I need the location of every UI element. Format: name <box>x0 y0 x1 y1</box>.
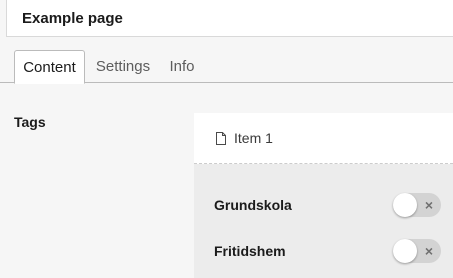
toggle-fritidshem[interactable]: × <box>393 239 441 263</box>
toggle-grundskola[interactable]: × <box>393 193 441 217</box>
tab-settings-label: Settings <box>95 58 151 75</box>
x-icon: × <box>424 197 434 213</box>
tag-item-label: Item 1 <box>234 130 273 146</box>
tab-content-label: Content <box>23 58 76 76</box>
document-icon <box>216 131 226 145</box>
tab-content[interactable]: Content <box>14 50 85 84</box>
tag-options: Grundskola × Fritidshem × <box>194 164 453 278</box>
x-icon: × <box>424 243 434 259</box>
page-title-input[interactable]: Example page <box>6 0 453 37</box>
option-row-fritidshem: Fritidshem × <box>194 236 453 266</box>
option-label-fritidshem: Fritidshem <box>214 243 286 259</box>
toggle-knob <box>393 193 417 217</box>
tags-label: Tags <box>14 114 46 130</box>
page-title-value: Example page <box>22 9 123 27</box>
tag-item[interactable]: Item 1 <box>194 113 453 164</box>
toggle-knob <box>393 239 417 263</box>
tab-settings[interactable]: Settings <box>92 50 154 83</box>
option-label-grundskola: Grundskola <box>214 197 292 213</box>
tags-panel: Item 1 Grundskola × Fritidshem × <box>194 113 453 278</box>
tab-info-label: Info <box>169 58 195 75</box>
option-row-grundskola: Grundskola × <box>194 190 453 220</box>
tab-info[interactable]: Info <box>162 50 202 83</box>
page: Example page Content Settings Info Tags … <box>0 0 453 278</box>
tab-bar: Content Settings Info <box>0 50 453 84</box>
